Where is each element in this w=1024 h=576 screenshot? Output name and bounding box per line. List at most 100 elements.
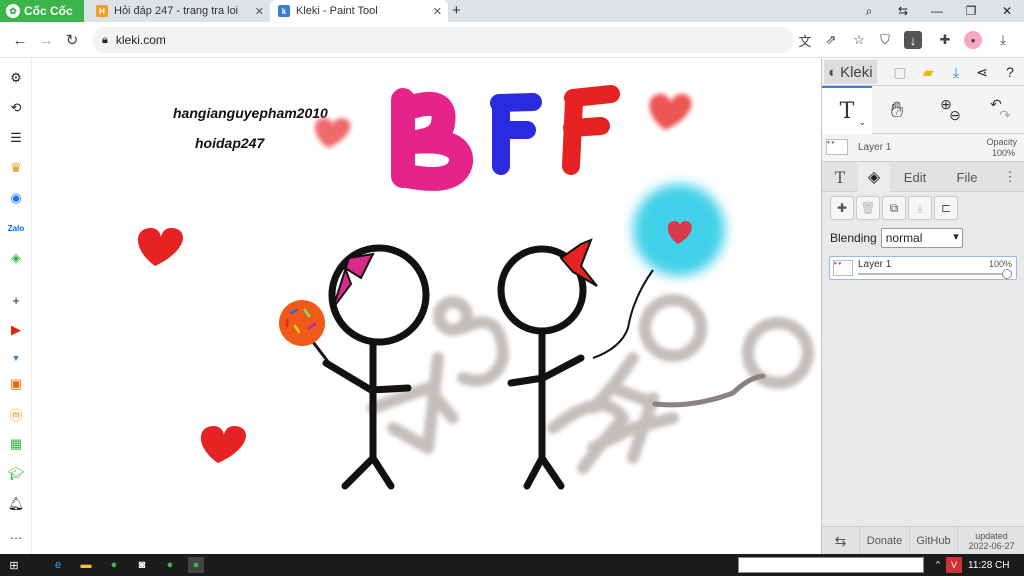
new-tab-button[interactable]: + <box>452 2 461 19</box>
duplicate-layer-button[interactable]: ⧉ <box>882 196 906 220</box>
chat-taskbar-icon[interactable]: ◙ <box>134 557 150 573</box>
blending-row: Blending normal <box>830 228 963 248</box>
blending-select[interactable]: normal <box>880 228 963 248</box>
app-orange-icon[interactable]: ▣ <box>6 374 26 394</box>
github-link[interactable]: GitHub <box>910 527 958 555</box>
translate-icon[interactable]: 文 <box>796 31 814 49</box>
bff-letter-f2 <box>562 85 620 175</box>
heart-blurred-1 <box>314 118 351 148</box>
coccoc-logo-icon: ✿ <box>6 4 20 18</box>
tab-file[interactable]: File <box>942 162 992 192</box>
share-icon[interactable]: ⋖ <box>972 62 992 82</box>
tab-edit[interactable]: Edit <box>892 162 938 192</box>
donate-link[interactable]: Donate <box>860 527 910 555</box>
tab-bar: ✿ Cốc Cốc H Hỏi đáp 247 - trang tra loi … <box>0 0 1024 22</box>
tab-hoidap[interactable]: H Hỏi đáp 247 - trang tra loi ✕ <box>88 0 270 22</box>
hand-tool-icon[interactable]: ✋︎ <box>874 86 920 134</box>
add-layer-button[interactable]: ✚ <box>830 196 854 220</box>
forward-button[interactable]: → <box>36 30 56 50</box>
history-icon[interactable]: ⟲ <box>6 98 26 118</box>
minimize-button[interactable]: — <box>920 0 954 22</box>
taskbar-clock: 11:28 CH <box>968 559 1010 571</box>
add-sidebar-icon[interactable]: + <box>6 290 26 310</box>
bff-letter-b <box>391 88 473 191</box>
kleki-logo[interactable]: ◐ Kleki <box>824 60 877 84</box>
lollipop-stick <box>311 341 331 364</box>
text-tool[interactable]: T ⌄ <box>822 86 872 134</box>
kleki-logo-icon: ◐ <box>828 63 838 81</box>
rename-layer-button[interactable]: ⊏ <box>934 196 958 220</box>
maximize-button[interactable]: ❐ <box>954 0 988 22</box>
share-icon[interactable]: ⇗ <box>822 31 840 49</box>
tab-layers[interactable]: ◈ <box>858 162 890 192</box>
tab-kleki[interactable]: k Kleki - Paint Tool ✕ <box>270 0 448 22</box>
new-file-icon[interactable]: ▢ <box>890 62 910 82</box>
game-icon[interactable]: ◈ <box>6 248 26 268</box>
taskbar-search-field[interactable] <box>738 557 924 573</box>
settings-gear-icon[interactable]: ⚙ <box>6 68 26 88</box>
youtube-icon[interactable]: ▶ <box>6 320 26 340</box>
file-explorer-icon[interactable]: ▬ <box>78 557 94 573</box>
reading-list-icon[interactable]: ☰ <box>6 128 26 148</box>
lock-icon: 🔒︎ <box>102 33 108 46</box>
close-tab-icon[interactable]: ✕ <box>433 5 442 18</box>
edge-icon[interactable]: e <box>50 557 66 573</box>
crown-icon[interactable]: ♛ <box>6 158 26 178</box>
download-icon[interactable]: ⤓ <box>946 62 966 82</box>
zoom-out-icon[interactable]: ⊖ <box>949 107 961 124</box>
downloads-icon[interactable]: ⤓ <box>994 31 1012 49</box>
delete-layer-button[interactable]: 🗑︎ <box>856 196 880 220</box>
tab-search-icon[interactable]: ⌕ <box>852 0 886 22</box>
app-m-icon[interactable]: ⓜ <box>6 404 26 424</box>
panel-tabs: T ◈ Edit File ⋮ <box>822 162 1024 192</box>
layer-opacity-track[interactable] <box>858 273 1008 275</box>
coccoc-taskbar-active-icon[interactable]: ● <box>188 557 204 573</box>
address-bar[interactable]: 🔒︎ kleki.com <box>92 27 794 53</box>
swap-sides-icon[interactable]: ⇆ <box>822 527 860 555</box>
layer-opacity-slider-knob[interactable] <box>1002 269 1012 279</box>
more-icon[interactable]: … <box>6 524 26 544</box>
current-layer-row[interactable]: ♥ ♥ Layer 1 Opacity 100% <box>822 134 1024 162</box>
windows-start-icon[interactable]: ⊞ <box>6 557 22 573</box>
download-manager-icon[interactable]: ▼ <box>6 348 26 368</box>
open-folder-icon[interactable]: ▰ <box>918 62 938 82</box>
redo-icon[interactable]: ↷ <box>999 107 1011 124</box>
zalo-icon[interactable]: Zalo <box>6 218 26 238</box>
messenger-icon[interactable]: ◉ <box>6 188 26 208</box>
heart-left-upper <box>137 228 183 266</box>
graduation-icon[interactable]: 🎓︎ <box>6 464 26 484</box>
download-ext-icon[interactable]: ↓ <box>904 31 922 49</box>
tray-v-icon[interactable]: V <box>946 557 962 573</box>
extensions-icon[interactable]: ✚ <box>936 31 954 49</box>
more-menu-icon[interactable]: ⋮ <box>998 162 1022 192</box>
current-layer-name: Layer 1 <box>858 142 892 153</box>
back-button[interactable]: ← <box>10 30 30 50</box>
drawing-svg: hangianguyepham2010 hoidap247 <box>137 85 814 490</box>
tray-chevron-icon[interactable]: ⌃ <box>930 557 946 573</box>
updated-date: 2022-06-27 <box>968 541 1015 551</box>
tab-tool-settings[interactable]: T <box>822 162 858 192</box>
bookmark-star-icon[interactable]: ☆ <box>850 31 868 49</box>
browser-brand[interactable]: ✿ Cốc Cốc <box>0 0 84 22</box>
drawing-canvas[interactable]: hangianguyepham2010 hoidap247 <box>33 58 821 554</box>
close-window-button[interactable]: ✕ <box>990 0 1024 22</box>
reload-button[interactable]: ↻ <box>62 30 82 50</box>
updated-info: updated 2022-06-27 <box>958 527 1024 555</box>
shield-icon[interactable]: ⛉ <box>876 31 894 49</box>
merge-down-button[interactable]: ⤓ <box>908 196 932 220</box>
restore-tabs-icon[interactable]: ⇆ <box>886 0 920 22</box>
sheet-icon[interactable]: ▦ <box>6 434 26 454</box>
undo-redo: ↶ ↷ <box>976 86 1016 134</box>
coccoc-taskbar-icon[interactable]: ● <box>106 557 122 573</box>
kleki-favicon-icon: k <box>278 5 290 17</box>
profile-pig-icon[interactable]: • <box>964 31 982 49</box>
username-text: hangianguyepham2010 <box>173 105 328 121</box>
layer-list-item[interactable]: ♥ ♥ Layer 1 100% <box>829 256 1017 280</box>
coccoc-taskbar-icon-2[interactable]: ● <box>162 557 178 573</box>
close-tab-icon[interactable]: ✕ <box>255 5 264 18</box>
tab-title: Hỏi đáp 247 - trang tra loi <box>114 5 239 17</box>
notification-bell-icon[interactable]: 🔔︎ <box>6 494 26 514</box>
browser-sidebar: ⚙ ⟲ ☰ ♛ ◉ Zalo ◈ + ▶ ▼ ▣ ⓜ ▦ 🎓︎ 🔔︎ … <box>0 58 32 554</box>
tab-title: Kleki - Paint Tool <box>296 5 378 17</box>
help-icon[interactable]: ? <box>1000 62 1020 82</box>
